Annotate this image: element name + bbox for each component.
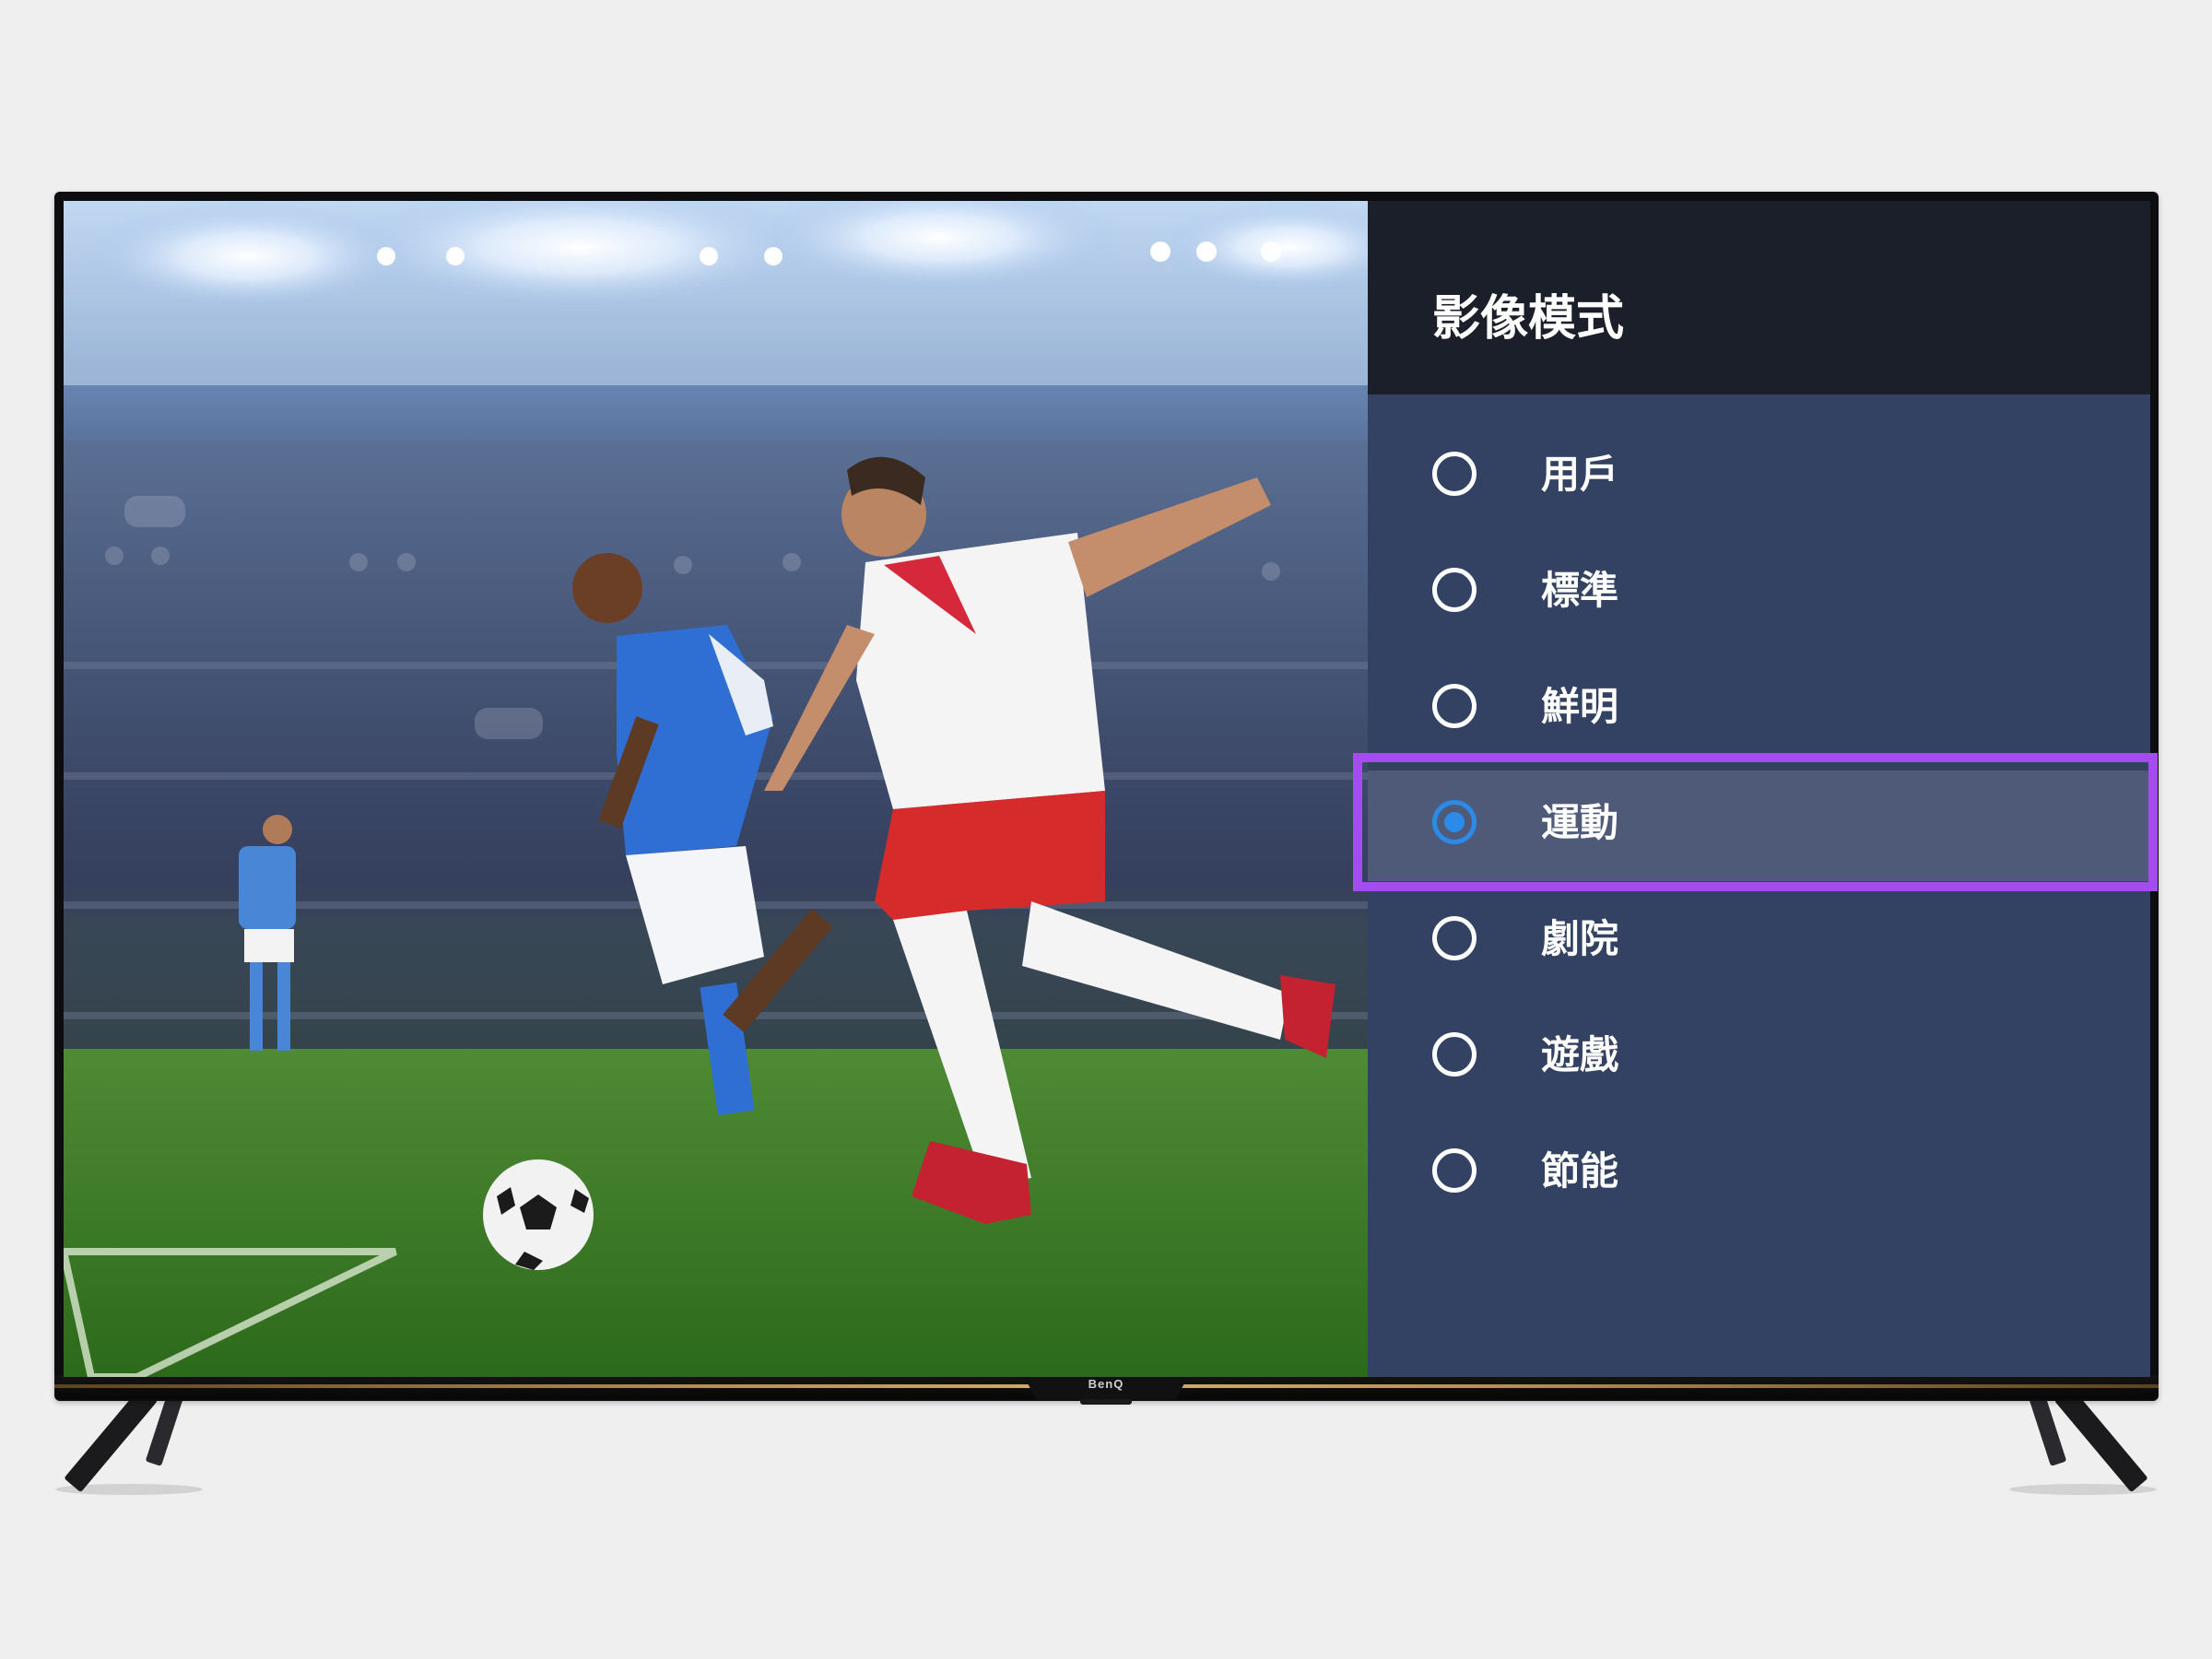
menu-item-label: 標準	[1541, 568, 1619, 613]
menu-item-eco[interactable]: 節能	[1368, 1119, 2150, 1230]
menu-item-sports[interactable]: 運動	[1368, 771, 2150, 881]
football-scene-illustration	[64, 201, 1368, 1377]
tv-stand-left	[64, 1386, 159, 1493]
menu-item-label: 用戶	[1541, 452, 1619, 497]
radio-unchecked-icon[interactable]	[1432, 1148, 1477, 1193]
menu-header: 影像模式	[1368, 201, 2150, 394]
sports-video-picture	[64, 201, 1368, 1377]
radio-unchecked-icon[interactable]	[1432, 568, 1477, 612]
menu-item-cinema[interactable]: 劇院	[1368, 887, 2150, 997]
menu-item-label: 鮮明	[1541, 684, 1619, 729]
picture-mode-panel: 影像模式 用戶 標準 鮮明 運動 劇院 遊戲 節能	[1368, 201, 2150, 1377]
radio-unchecked-icon[interactable]	[1432, 684, 1477, 728]
menu-item-label: 節能	[1541, 1148, 1619, 1194]
radio-unchecked-icon[interactable]	[1432, 1032, 1477, 1077]
radio-checked-icon[interactable]	[1432, 800, 1477, 844]
tv-brand-logo: BenQ	[1088, 1377, 1124, 1391]
menu-item-vivid[interactable]: 鮮明	[1368, 654, 2150, 765]
radio-unchecked-icon[interactable]	[1432, 452, 1477, 496]
tv-remote-sensor	[1080, 1399, 1132, 1405]
menu-item-label: 劇院	[1541, 916, 1619, 961]
menu-item-standard[interactable]: 標準	[1368, 538, 2150, 649]
menu-item-label: 運動	[1541, 800, 1619, 845]
menu-item-label: 遊戲	[1541, 1032, 1619, 1077]
menu-item-user[interactable]: 用戶	[1368, 422, 2150, 533]
radio-unchecked-icon[interactable]	[1432, 916, 1477, 960]
menu-item-game[interactable]: 遊戲	[1368, 1003, 2150, 1113]
menu-title: 影像模式	[1432, 291, 1625, 347]
tv-stand-right	[2053, 1386, 2148, 1493]
tv-screen: 影像模式 用戶 標準 鮮明 運動 劇院 遊戲 節能	[64, 201, 2150, 1377]
